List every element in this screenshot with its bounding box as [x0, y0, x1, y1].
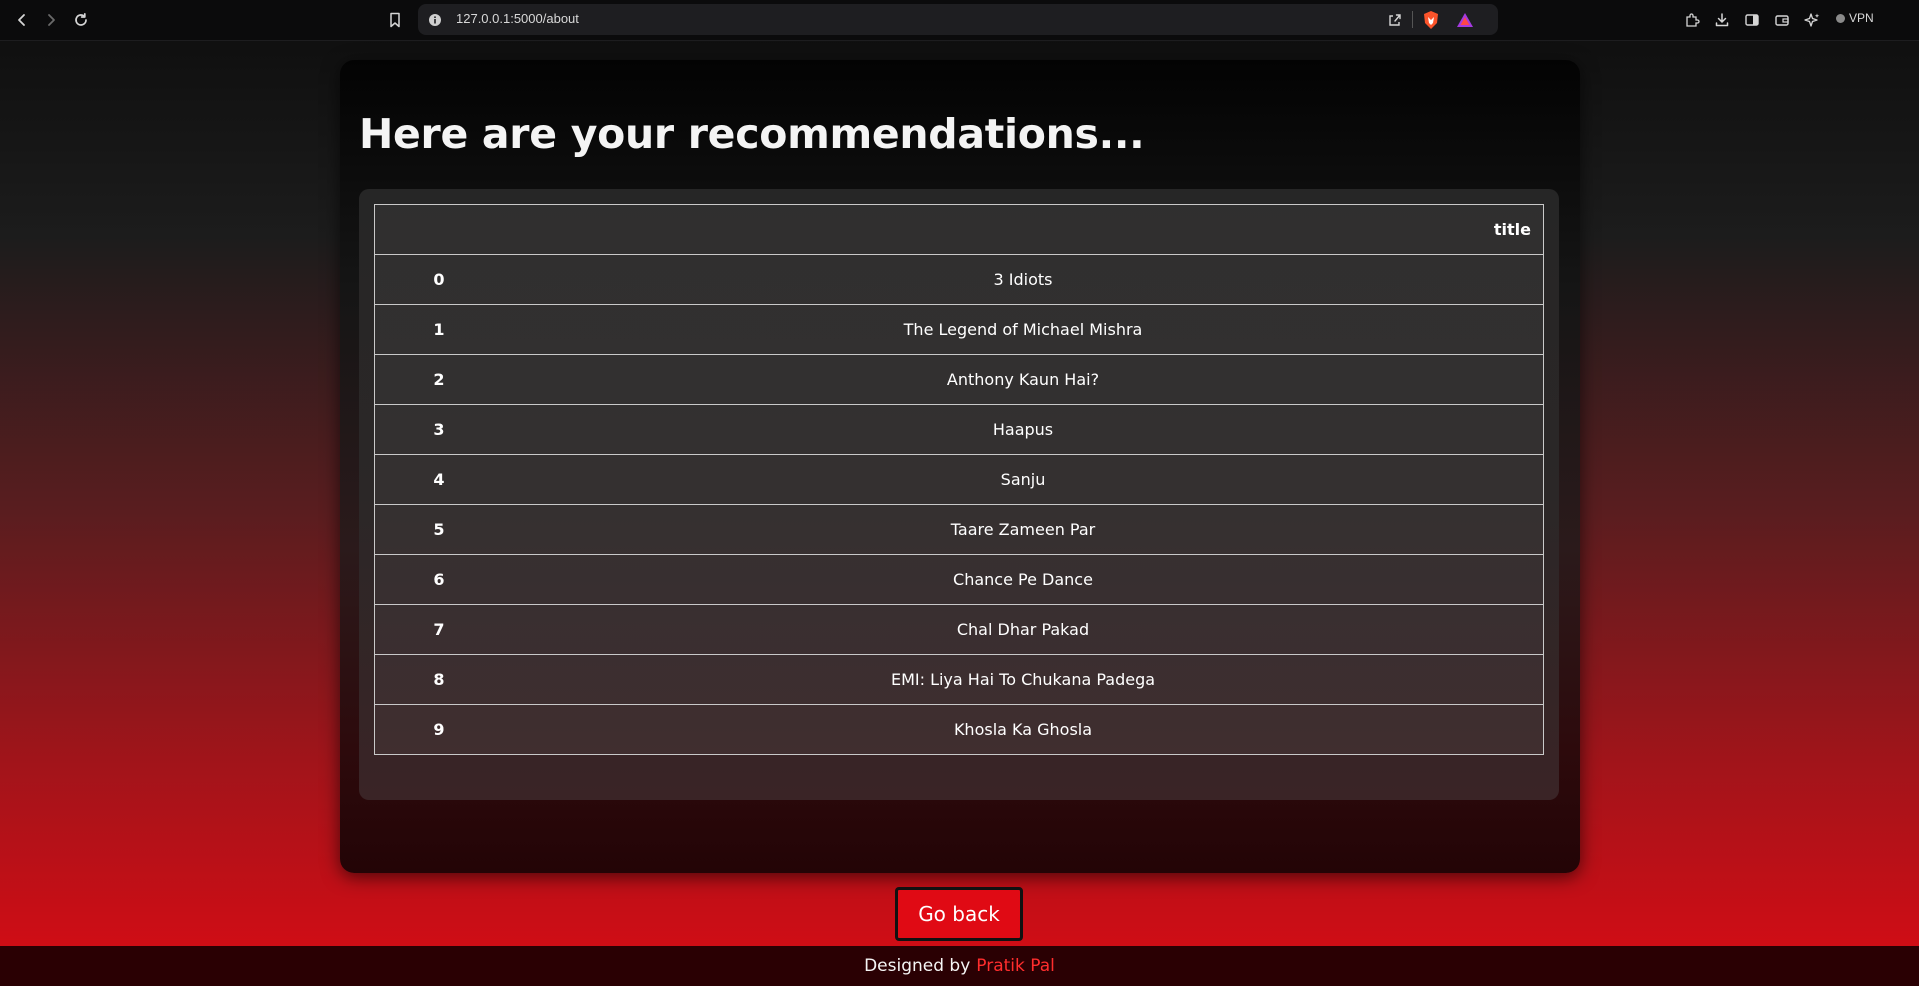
movie-title: Chance Pe Dance — [503, 554, 1544, 605]
movie-title: Sanju — [503, 454, 1544, 505]
movie-title: The Legend of Michael Mishra — [503, 304, 1544, 355]
row-index: 4 — [374, 454, 503, 505]
row-index: 9 — [374, 704, 503, 755]
table-row: 7 Chal Dhar Pakad — [374, 604, 1544, 655]
movie-title: Khosla Ka Ghosla — [503, 704, 1544, 755]
browser-toolbar: 127.0.0.1:5000/about VPN — [0, 0, 1919, 41]
table-container: title 0 3 Idiots 1 The Legend of Michael… — [359, 189, 1559, 800]
vpn-icon — [1836, 13, 1845, 23]
forward-icon[interactable] — [39, 8, 63, 32]
back-icon[interactable] — [10, 8, 34, 32]
row-index: 1 — [374, 304, 503, 355]
table-row: 8 EMI: Liya Hai To Chukana Padega — [374, 654, 1544, 705]
table-row: 9 Khosla Ka Ghosla — [374, 704, 1544, 755]
movie-title: Haapus — [503, 404, 1544, 455]
table-header-row: title — [374, 204, 1544, 255]
share-icon[interactable] — [1385, 10, 1405, 30]
title-column-header: title — [503, 204, 1544, 255]
reload-icon[interactable] — [69, 8, 93, 32]
page-title: Here are your recommendations... — [359, 110, 1145, 158]
table-row: 6 Chance Pe Dance — [374, 554, 1544, 605]
table-row: 3 Haapus — [374, 404, 1544, 455]
footer: Designed by Pratik Pal — [0, 946, 1919, 986]
brave-rewards-icon[interactable] — [1454, 10, 1476, 30]
row-index: 0 — [374, 254, 503, 305]
index-column-header — [374, 204, 503, 255]
sidebar-icon[interactable] — [1742, 10, 1762, 30]
table-row: 5 Taare Zameen Par — [374, 504, 1544, 555]
extensions-icon[interactable] — [1682, 10, 1702, 30]
table-row: 4 Sanju — [374, 454, 1544, 505]
movie-title: Chal Dhar Pakad — [503, 604, 1544, 655]
go-back-button[interactable]: Go back — [895, 887, 1023, 941]
movie-title: EMI: Liya Hai To Chukana Padega — [503, 654, 1544, 705]
author-link[interactable]: Pratik Pal — [976, 956, 1055, 976]
download-icon[interactable] — [1712, 10, 1732, 30]
movie-title: Anthony Kaun Hai? — [503, 354, 1544, 405]
table-row: 2 Anthony Kaun Hai? — [374, 354, 1544, 405]
vpn-button[interactable]: VPN — [1836, 11, 1874, 25]
vpn-label: VPN — [1849, 11, 1874, 25]
site-info-icon[interactable] — [426, 11, 443, 28]
url-text[interactable]: 127.0.0.1:5000/about — [456, 11, 579, 26]
row-index: 2 — [374, 354, 503, 405]
leo-ai-icon[interactable] — [1802, 10, 1822, 30]
movie-title: 3 Idiots — [503, 254, 1544, 305]
address-bar[interactable]: 127.0.0.1:5000/about — [418, 4, 1498, 35]
wallet-icon[interactable] — [1772, 10, 1792, 30]
brave-shield-icon[interactable] — [1420, 9, 1442, 31]
table-row: 1 The Legend of Michael Mishra — [374, 304, 1544, 355]
divider — [1412, 11, 1413, 28]
row-index: 3 — [374, 404, 503, 455]
row-index: 5 — [374, 504, 503, 555]
recommendations-table: title 0 3 Idiots 1 The Legend of Michael… — [374, 204, 1544, 755]
footer-prefix: Designed by — [864, 956, 971, 976]
row-index: 8 — [374, 654, 503, 705]
movie-title: Taare Zameen Par — [503, 504, 1544, 555]
row-index: 7 — [374, 604, 503, 655]
row-index: 6 — [374, 554, 503, 605]
table-row: 0 3 Idiots — [374, 254, 1544, 305]
bookmark-icon[interactable] — [385, 10, 405, 30]
recommendations-card: Here are your recommendations... title 0… — [340, 60, 1580, 873]
